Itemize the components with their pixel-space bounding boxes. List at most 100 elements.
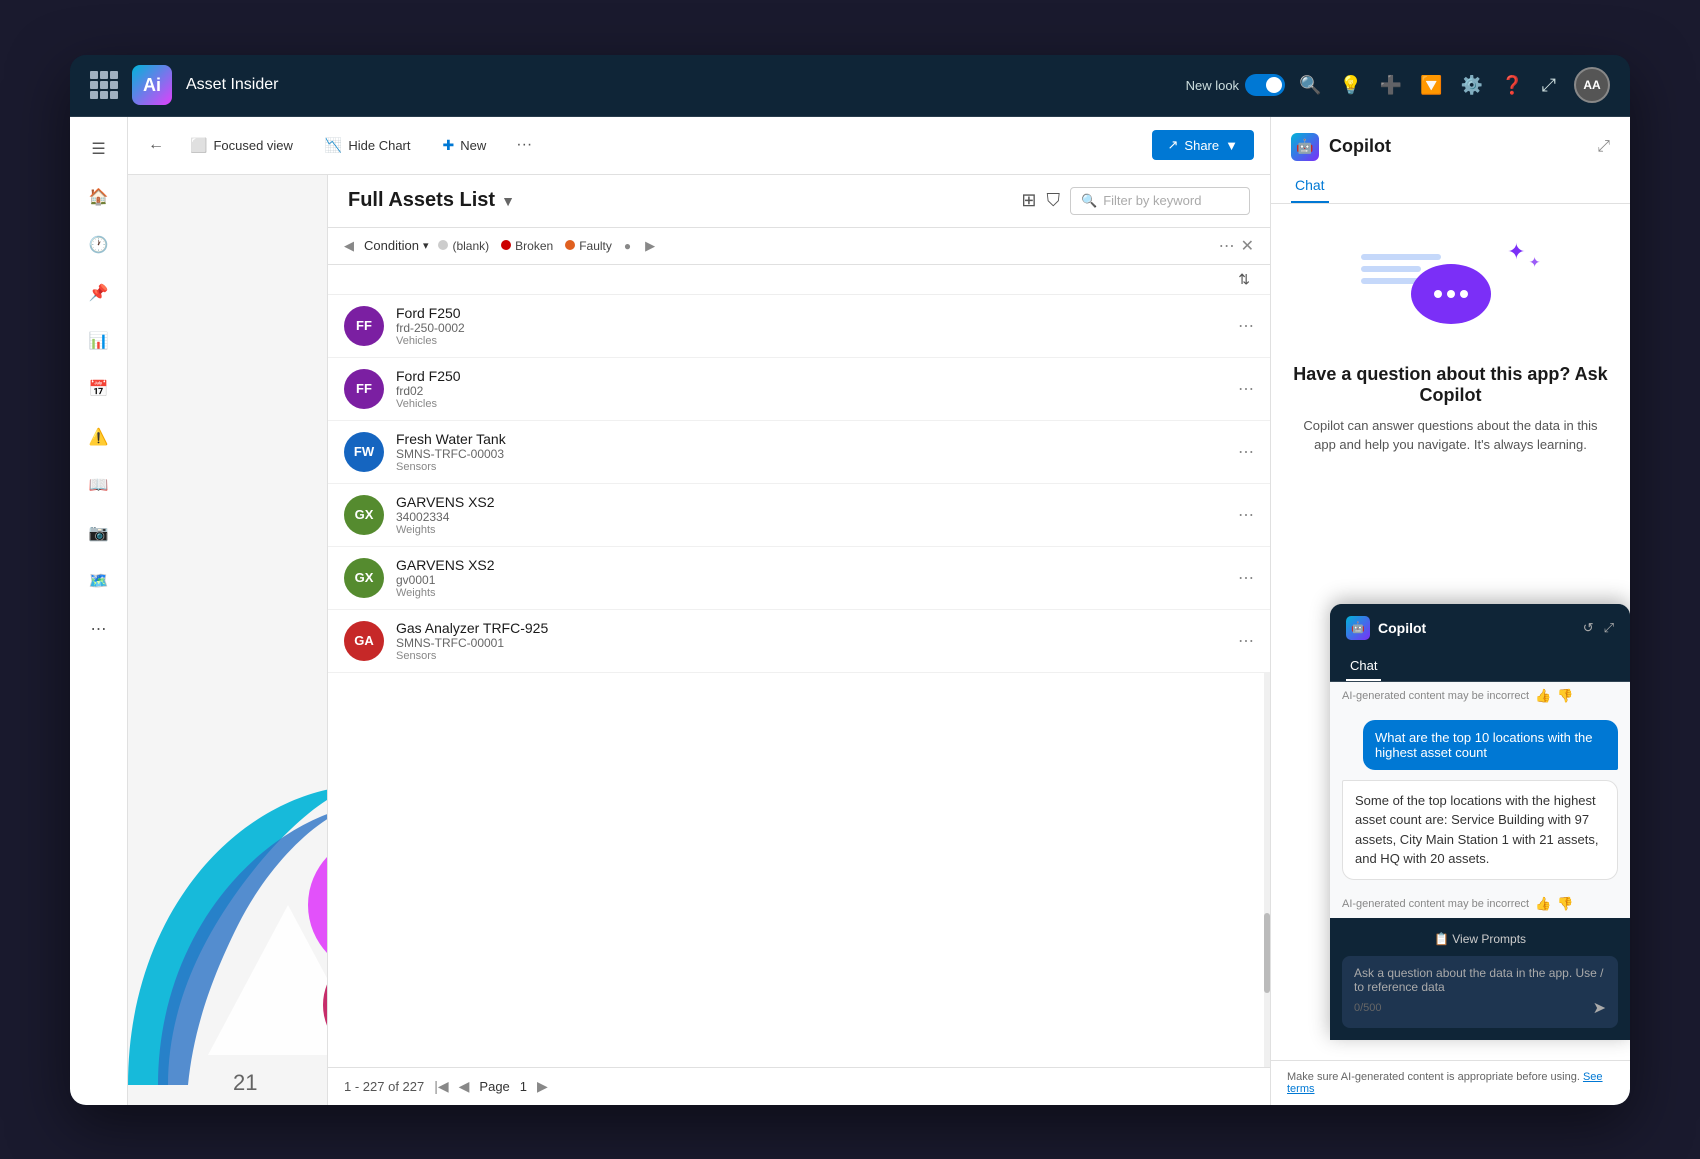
asset-list-item[interactable]: GA Gas Analyzer TRFC-925 SMNS-TRFC-00001… (328, 610, 1270, 673)
asset-info: Ford F250 frd-250-0002 Vehicles (396, 305, 1226, 347)
page-label: Page (479, 1079, 509, 1094)
condition-menu[interactable]: ⋯ (1219, 236, 1235, 256)
sidebar-scan-icon[interactable]: 📷 (79, 513, 119, 553)
help-icon[interactable]: ❓ (1501, 75, 1523, 96)
condition-label: Condition ▾ (364, 238, 428, 253)
avatar[interactable]: AA (1574, 67, 1610, 103)
faulty-dot[interactable]: Faulty (565, 239, 612, 253)
filter-placeholder: Filter by keyword (1103, 193, 1201, 208)
list-panel: Full Assets List ▼ ⊞ ⛉ 🔍 Filter by keywo… (328, 175, 1270, 1105)
next-page[interactable]: ▶ (537, 1078, 548, 1095)
thumbs-down-2-icon[interactable]: 👎 (1557, 896, 1573, 912)
sort-icon[interactable]: ⇅ (1238, 271, 1250, 288)
thumbs-up-2-icon[interactable]: 👍 (1535, 896, 1551, 912)
asset-more-button[interactable]: ⋯ (1238, 316, 1254, 336)
float-input-area: 📋 View Prompts Ask a question about the … (1330, 918, 1630, 1040)
focused-view-button[interactable]: ⬜ Focused view (180, 131, 303, 160)
float-body: AI-generated content may be incorrect 👍 … (1330, 682, 1630, 918)
prev-page[interactable]: ◀ (459, 1078, 470, 1095)
toolbar: ← ⬜ Focused view 📉 Hide Chart ✚ New ··· … (128, 117, 1270, 175)
title-dropdown-icon[interactable]: ▼ (501, 193, 515, 209)
asset-more-button[interactable]: ⋯ (1238, 379, 1254, 399)
asset-more-button[interactable]: ⋯ (1238, 568, 1254, 588)
more-button[interactable]: ··· (508, 132, 540, 158)
condition-close[interactable]: ✕ (1241, 236, 1254, 256)
asset-category: Sensors (396, 650, 1226, 662)
copilot-subtext: Copilot can answer questions about the d… (1291, 416, 1610, 455)
asset-list-item[interactable]: GX GARVENS XS2 gv0001 Weights ⋯ (328, 547, 1270, 610)
copilot-expand-button[interactable]: ⤢ (1597, 138, 1610, 156)
copilot-title: Copilot (1329, 136, 1587, 157)
asset-list-item[interactable]: GX GARVENS XS2 34002334 Weights ⋯ (328, 484, 1270, 547)
new-button[interactable]: ✚ New (433, 131, 497, 160)
list-filter-icon[interactable]: ⛉ (1047, 190, 1061, 211)
asset-id: SMNS-TRFC-00001 (396, 636, 1226, 650)
float-send-button[interactable]: ➤ (1593, 998, 1606, 1018)
asset-list-item[interactable]: FW Fresh Water Tank SMNS-TRFC-00003 Sens… (328, 421, 1270, 484)
focused-view-icon: ⬜ (190, 137, 207, 154)
float-title: Copilot (1378, 620, 1575, 636)
sidebar-history-icon[interactable]: 🕐 (79, 225, 119, 265)
asset-list-item[interactable]: FF Ford F250 frd-250-0002 Vehicles ⋯ (328, 295, 1270, 358)
sidebar-pin-icon[interactable]: 📌 (79, 273, 119, 313)
float-input-placeholder[interactable]: Ask a question about the data in the app… (1354, 966, 1606, 994)
asset-more-button[interactable]: ⋯ (1238, 442, 1254, 462)
copilot-logo: 🤖 (1291, 133, 1319, 161)
first-page[interactable]: |◀ (434, 1078, 448, 1095)
sparkle-icon: ✦ (1507, 239, 1525, 265)
sidebar-calendar-icon[interactable]: 📅 (79, 369, 119, 409)
settings-icon[interactable]: ⚙️ (1461, 75, 1483, 96)
main-area: ☰ 🏠 🕐 📌 📊 📅 ⚠️ 📖 📷 🗺️ ⋯ ← ⬜ Focused view (70, 117, 1630, 1105)
left-sidebar: ☰ 🏠 🕐 📌 📊 📅 ⚠️ 📖 📷 🗺️ ⋯ (70, 117, 128, 1105)
filter-search[interactable]: 🔍 Filter by keyword (1070, 187, 1250, 215)
sidebar-more-icon[interactable]: ⋯ (79, 609, 119, 649)
sidebar-chart-icon[interactable]: 📊 (79, 321, 119, 361)
asset-avatar: FF (344, 306, 384, 346)
asset-more-button[interactable]: ⋯ (1238, 505, 1254, 525)
float-expand-icon[interactable]: ⤢ (1604, 620, 1614, 636)
blank-dot[interactable]: (blank) (438, 239, 489, 253)
asset-info: GARVENS XS2 gv0001 Weights (396, 557, 1226, 599)
columns-icon[interactable]: ⊞ (1021, 190, 1036, 211)
condition-dots: (blank) Broken Faulty ● (438, 239, 631, 253)
asset-more-button[interactable]: ⋯ (1238, 631, 1254, 651)
broken-dot[interactable]: Broken (501, 239, 553, 253)
float-refresh-icon[interactable]: ↺ (1583, 620, 1594, 636)
plus-icon[interactable]: ➕ (1380, 75, 1402, 96)
asset-list: ⇅ FF Ford F250 frd-250-0002 Vehicles ⋯ F… (328, 265, 1270, 1067)
share-button[interactable]: ↗ Share ▼ (1152, 130, 1254, 160)
filter-icon[interactable]: 🔽 (1420, 75, 1442, 96)
search-icon[interactable]: 🔍 (1299, 75, 1321, 96)
float-tab-chat[interactable]: Chat (1346, 652, 1381, 681)
sidebar-menu-icon[interactable]: ☰ (79, 129, 119, 169)
copilot-disclaimer: Make sure AI-generated content is approp… (1271, 1060, 1630, 1105)
float-input-box: Ask a question about the data in the app… (1342, 956, 1618, 1028)
hide-chart-icon: 📉 (325, 137, 342, 154)
condition-next[interactable]: ▶ (645, 238, 655, 254)
hide-chart-button[interactable]: 📉 Hide Chart (315, 131, 421, 160)
grid-icon[interactable] (90, 71, 118, 99)
asset-avatar: FF (344, 369, 384, 409)
sidebar-book-icon[interactable]: 📖 (79, 465, 119, 505)
middle-content: 21 Full Assets List ▼ ⊞ ⛉ (128, 175, 1270, 1105)
sidebar-alert-icon[interactable]: ⚠️ (79, 417, 119, 457)
sidebar-home-icon[interactable]: 🏠 (79, 177, 119, 217)
condition-prev[interactable]: ◀ (344, 238, 354, 254)
back-button[interactable]: ← (144, 132, 168, 158)
asset-id: frd02 (396, 384, 1226, 398)
expand-icon[interactable]: ⤢ (1542, 75, 1556, 96)
toggle-switch[interactable] (1245, 74, 1285, 96)
sort-header: ⇅ (328, 265, 1270, 295)
asset-info: Gas Analyzer TRFC-925 SMNS-TRFC-00001 Se… (396, 620, 1226, 662)
sidebar-map-icon[interactable]: 🗺️ (79, 561, 119, 601)
condition-dropdown[interactable]: ▾ (423, 239, 429, 252)
float-view-prompts[interactable]: 📋 View Prompts (1342, 930, 1618, 948)
thumbs-down-icon[interactable]: 👎 (1557, 688, 1573, 704)
tab-chat[interactable]: Chat (1291, 169, 1329, 203)
lightbulb-icon[interactable]: 💡 (1339, 75, 1361, 96)
new-look-toggle[interactable]: New look (1186, 74, 1285, 96)
more-conditions[interactable]: ● (624, 239, 631, 253)
asset-list-item[interactable]: FF Ford F250 frd02 Vehicles ⋯ (328, 358, 1270, 421)
thumbs-up-icon[interactable]: 👍 (1535, 688, 1551, 704)
copilot-chat-bubble (1411, 264, 1491, 324)
